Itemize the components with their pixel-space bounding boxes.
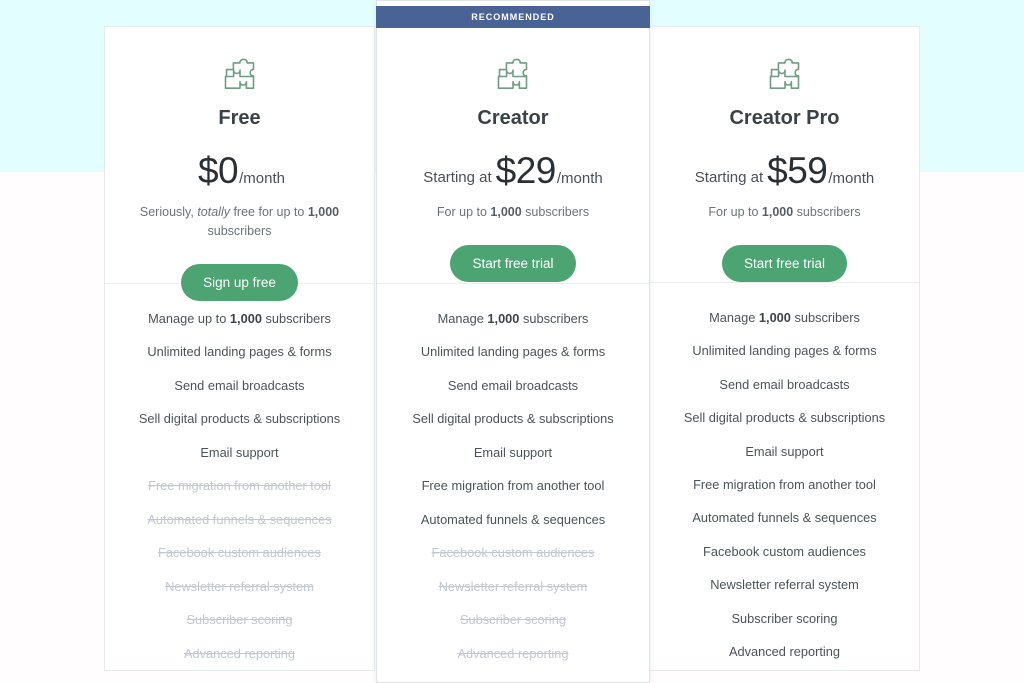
feature-item-disabled: Newsletter referral system [165, 578, 314, 594]
plan-name-creator: Creator [477, 107, 549, 129]
feature-item: Subscriber scoring [731, 610, 838, 626]
feature-item-disabled: Advanced reporting [457, 645, 569, 661]
feature-item-disabled: Newsletter referral system [438, 578, 588, 594]
plan-header-creator-pro: Creator Pro Starting at $59 /month For u… [650, 27, 919, 283]
feature-item: Newsletter referral system [710, 577, 859, 593]
feature-item-disabled: Facebook custom audiences [431, 545, 595, 561]
feature-item: Sell digital products & subscriptions [412, 411, 614, 427]
feature-item-disabled: Facebook custom audiences [158, 545, 321, 561]
feature-item: Email support [745, 443, 824, 459]
plan-card-creator-pro[interactable]: Creator Pro Starting at $59 /month For u… [649, 26, 920, 671]
puzzle-icon [220, 55, 260, 93]
feature-item: Automated funnels & sequences [420, 511, 606, 527]
puzzle-icon [493, 55, 533, 93]
plan-price-note-creator-pro: For up to 1,000 subscribers [708, 205, 861, 219]
feature-item: Unlimited landing pages & forms [420, 344, 606, 360]
feature-list-free: Manage up to 1,000 subscribers Unlimited … [105, 284, 374, 673]
price-amount: $59 [767, 150, 828, 191]
price-amount: $0 [197, 150, 239, 191]
feature-item: Advanced reporting [729, 644, 840, 660]
feature-item-disabled: Subscriber scoring [460, 612, 566, 628]
feature-item: Automated funnels & sequences [692, 510, 877, 526]
feature-item-disabled: Free migration from another tool [148, 478, 331, 494]
plan-card-free[interactable]: Free $0 /month Seriously, totally free f… [104, 26, 375, 671]
plan-card-creator[interactable]: Creator Starting at $29 /month For up to… [376, 0, 650, 683]
feature-item: Send email broadcasts [174, 377, 305, 393]
feature-list-creator-pro: Manage 1,000 subscribers Unlimited landin… [650, 283, 919, 672]
feature-item: Manage 1,000 subscribers [437, 311, 589, 326]
feature-item: Email support [200, 444, 279, 460]
puzzle-icon [765, 55, 805, 93]
feature-item-disabled: Advanced reporting [184, 645, 295, 661]
plan-price-creator-pro: Starting at $59 /month [695, 150, 874, 192]
pricing-table: RECOMMENDED Free $0 /month Seriously, to… [104, 0, 921, 683]
plan-header-free: Free $0 /month Seriously, totally free f… [105, 27, 374, 301]
feature-item: Send email broadcasts [719, 376, 850, 392]
plan-name-free: Free [218, 107, 261, 129]
feature-item: Unlimited landing pages & forms [692, 343, 877, 359]
recommended-badge: RECOMMENDED [376, 6, 650, 28]
plan-price-note-creator: For up to 1,000 subscribers [436, 205, 590, 219]
plan-price-note-free: Seriously, totally free for up to 1,000 … [139, 205, 340, 238]
feature-item: Free migration from another tool [693, 477, 876, 493]
price-prefix: Starting at [423, 169, 492, 186]
feature-item: Sell digital products & subscriptions [138, 411, 341, 427]
feature-item: Sell digital products & subscriptions [683, 410, 886, 426]
feature-item-disabled: Subscriber scoring [186, 612, 293, 628]
feature-item: Manage 1,000 subscribers [709, 309, 860, 325]
feature-item: Free migration from another tool [421, 478, 605, 494]
plan-price-free: $0 /month [194, 150, 285, 192]
plan-header-creator: Creator Starting at $29 /month For up to… [377, 1, 649, 284]
recommended-badge-label: RECOMMENDED [471, 12, 555, 22]
feature-list-creator: Manage 1,000 subscribers Unlimited landin… [377, 284, 649, 673]
feature-item-disabled: Automated funnels & sequences [147, 511, 332, 527]
plan-price-creator: Starting at $29 /month [423, 150, 602, 192]
price-period: /month [239, 170, 285, 187]
price-amount: $29 [495, 150, 557, 191]
price-period: /month [828, 170, 875, 187]
price-period: /month [556, 170, 603, 187]
feature-item: Send email broadcasts [447, 377, 579, 393]
cta-button-creator-pro[interactable]: Start free trial [721, 244, 848, 282]
price-prefix: Starting at [694, 169, 764, 186]
feature-item: Manage up to 1,000 subscribers [148, 311, 331, 326]
feature-item: Email support [473, 444, 553, 460]
plan-name-creator-pro: Creator Pro [729, 107, 840, 129]
feature-item: Facebook custom audiences [703, 543, 866, 559]
feature-item: Unlimited landing pages & forms [147, 344, 332, 360]
cta-button-creator[interactable]: Start free trial [450, 244, 576, 282]
